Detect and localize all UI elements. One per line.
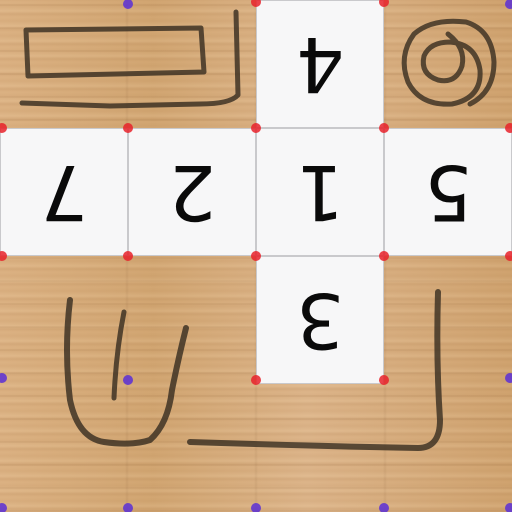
tile-4[interactable]: 4	[256, 0, 384, 128]
tile-5[interactable]: 5	[384, 128, 512, 256]
grid-dot	[123, 503, 133, 512]
sketch-u-shape	[64, 297, 189, 447]
tile-corner-dot	[505, 123, 512, 133]
grid-dot	[123, 375, 133, 385]
tile-4-label: 4	[295, 20, 345, 109]
tile-corner-dot	[251, 123, 261, 133]
grid-dot	[505, 0, 512, 9]
tile-corner-dot	[505, 251, 512, 261]
tile-7[interactable]: 7	[0, 128, 128, 256]
tile-3-label: 3	[295, 276, 345, 365]
sketch-inner-stroke	[111, 309, 127, 401]
tile-2[interactable]: 2	[128, 128, 256, 256]
tile-2-label: 2	[167, 148, 217, 237]
tile-7-label: 7	[39, 148, 89, 237]
tile-3[interactable]: 3	[256, 256, 384, 384]
tile-corner-dot	[379, 123, 389, 133]
sketch-spiral	[401, 18, 497, 107]
tile-corner-dot	[379, 375, 389, 385]
tile-corner-dot	[251, 251, 261, 261]
puzzle-board: 4 7 2 1 5 3	[0, 0, 512, 512]
grid-dot	[251, 503, 261, 512]
grid-dot	[0, 503, 7, 512]
tile-corner-dot	[123, 123, 133, 133]
tile-corner-dot	[379, 251, 389, 261]
tile-corner-dot	[123, 251, 133, 261]
tile-corner-dot	[251, 375, 261, 385]
tile-5-label: 5	[423, 148, 473, 237]
grid-dot	[505, 373, 512, 383]
grid-dot	[505, 503, 512, 512]
tile-1[interactable]: 1	[256, 128, 384, 256]
sketch-rectangle	[23, 25, 207, 79]
grid-dot	[379, 503, 389, 512]
tile-1-label: 1	[295, 148, 345, 237]
